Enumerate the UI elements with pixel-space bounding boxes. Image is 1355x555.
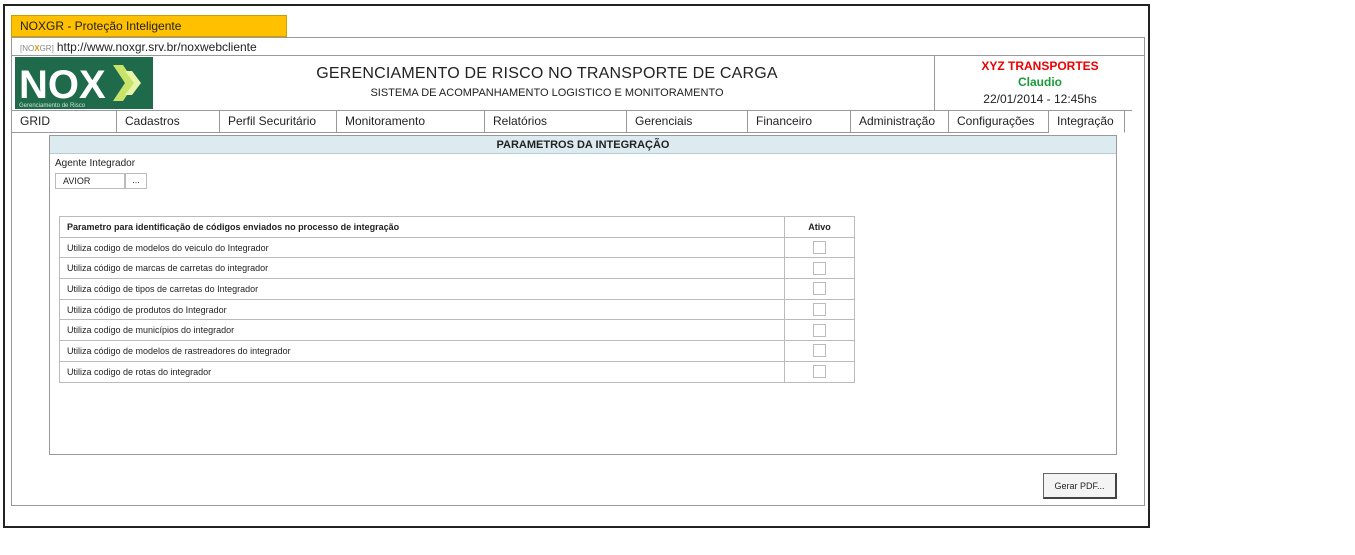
user-info: XYZ TRANSPORTES Claudio 22/01/2014 - 12:… bbox=[934, 56, 1145, 110]
page-subtitle: SISTEMA DE ACOMPANHAMENTO LOGISTICO E MO… bbox=[370, 87, 724, 99]
panel-title: PARAMETROS DA INTEGRAÇÃO bbox=[50, 136, 1116, 154]
menu-item-gerenciais[interactable]: Gerenciais bbox=[627, 111, 748, 133]
param-label: Utiliza código de marcas de carretas do … bbox=[59, 257, 785, 280]
ativo-checkbox[interactable] bbox=[813, 303, 826, 317]
generate-pdf-button[interactable]: Gerar PDF... bbox=[1043, 473, 1117, 499]
param-label: Utiliza código de tipos de carretas do I… bbox=[59, 278, 785, 300]
menu-item-monitoramento[interactable]: Monitoramento bbox=[337, 111, 485, 133]
menu-item-administracao[interactable]: Administração bbox=[851, 111, 949, 133]
column-header-desc: Parametro para identificação de códigos … bbox=[59, 216, 785, 238]
table-row: Utiliza codigo de modelos do veiculo do … bbox=[59, 236, 855, 259]
ativo-checkbox[interactable] bbox=[813, 365, 826, 379]
menu-item-grid[interactable]: GRID bbox=[12, 111, 117, 133]
agent-label: Agente Integrador bbox=[55, 158, 136, 169]
table-row: Utiliza código de produtos do Integrador bbox=[59, 298, 855, 321]
menu-item-configuracoes[interactable]: Configurações bbox=[949, 111, 1049, 133]
param-label: Utiliza codigo de municípios do integrad… bbox=[59, 319, 785, 342]
page-title: GERENCIAMENTO DE RISCO NO TRANSPORTE DE … bbox=[316, 65, 778, 82]
window-title-tab[interactable]: NOXGR - Proteção Inteligente bbox=[11, 15, 287, 37]
menu-item-cadastros[interactable]: Cadastros bbox=[117, 111, 220, 133]
ativo-checkbox[interactable] bbox=[813, 323, 826, 337]
logo-text: NOX bbox=[19, 63, 106, 107]
address-bar[interactable]: [NOXGR] http://www.noxgr.srv.br/noxwebcli… bbox=[11, 37, 1145, 56]
table-row: Utiliza codigo de municípios do integrad… bbox=[59, 319, 855, 342]
app-content: NOX Gerenciamento de Risco GERENCIAMENTO… bbox=[11, 55, 1145, 506]
table-row: Utiliza código de tipos de carretas do I… bbox=[59, 278, 855, 300]
table-header-row: Parametro para identificação de códigos … bbox=[59, 216, 855, 238]
ativo-checkbox[interactable] bbox=[813, 282, 826, 296]
main-menu: GRID Cadastros Perfil Securitário Monito… bbox=[12, 110, 1132, 133]
param-label: Utiliza código de modelos de rastreadore… bbox=[59, 340, 785, 362]
user-name: Claudio bbox=[1018, 75, 1062, 89]
logo-tagline: Gerenciamento de Risco bbox=[19, 103, 86, 109]
site-favicon-icon: [NOXGR] bbox=[20, 44, 54, 53]
agent-field[interactable]: AVIOR bbox=[55, 173, 125, 189]
param-label: Utiliza codigo de modelos do veiculo do … bbox=[59, 236, 785, 259]
ativo-checkbox[interactable] bbox=[813, 344, 826, 358]
agent-lookup-button[interactable]: ... bbox=[125, 173, 147, 189]
company-name: XYZ TRANSPORTES bbox=[981, 59, 1099, 73]
params-table: Parametro para identificação de códigos … bbox=[59, 216, 855, 383]
table-row: Utiliza código de marcas de carretas do … bbox=[59, 257, 855, 280]
param-label: Utiliza codigo de rotas do integrador bbox=[59, 360, 785, 383]
url-text: http://www.noxgr.srv.br/noxwebcliente bbox=[56, 40, 257, 54]
ativo-checkbox[interactable] bbox=[813, 241, 826, 255]
window-title: NOXGR - Proteção Inteligente bbox=[20, 19, 182, 33]
param-label: Utiliza código de produtos do Integrador bbox=[59, 298, 785, 321]
menu-item-integracao[interactable]: Integração bbox=[1049, 111, 1125, 133]
menu-item-financeiro[interactable]: Financeiro bbox=[748, 111, 851, 133]
table-row: Utiliza código de modelos de rastreadore… bbox=[59, 340, 855, 362]
nox-logo: NOX Gerenciamento de Risco bbox=[15, 57, 153, 109]
integration-params-panel: PARAMETROS DA INTEGRAÇÃO Agente Integrad… bbox=[49, 135, 1117, 455]
login-datetime: 22/01/2014 - 12:45hs bbox=[983, 92, 1097, 106]
column-header-ativo: Ativo bbox=[784, 216, 855, 238]
menu-item-relatorios[interactable]: Relatórios bbox=[485, 111, 627, 133]
ativo-checkbox[interactable] bbox=[813, 261, 826, 275]
header-titles: GERENCIAMENTO DE RISCO NO TRANSPORTE DE … bbox=[162, 56, 932, 110]
table-row: Utiliza codigo de rotas do integrador bbox=[59, 360, 855, 383]
menu-item-perfil-securitario[interactable]: Perfil Securitário bbox=[220, 111, 337, 133]
